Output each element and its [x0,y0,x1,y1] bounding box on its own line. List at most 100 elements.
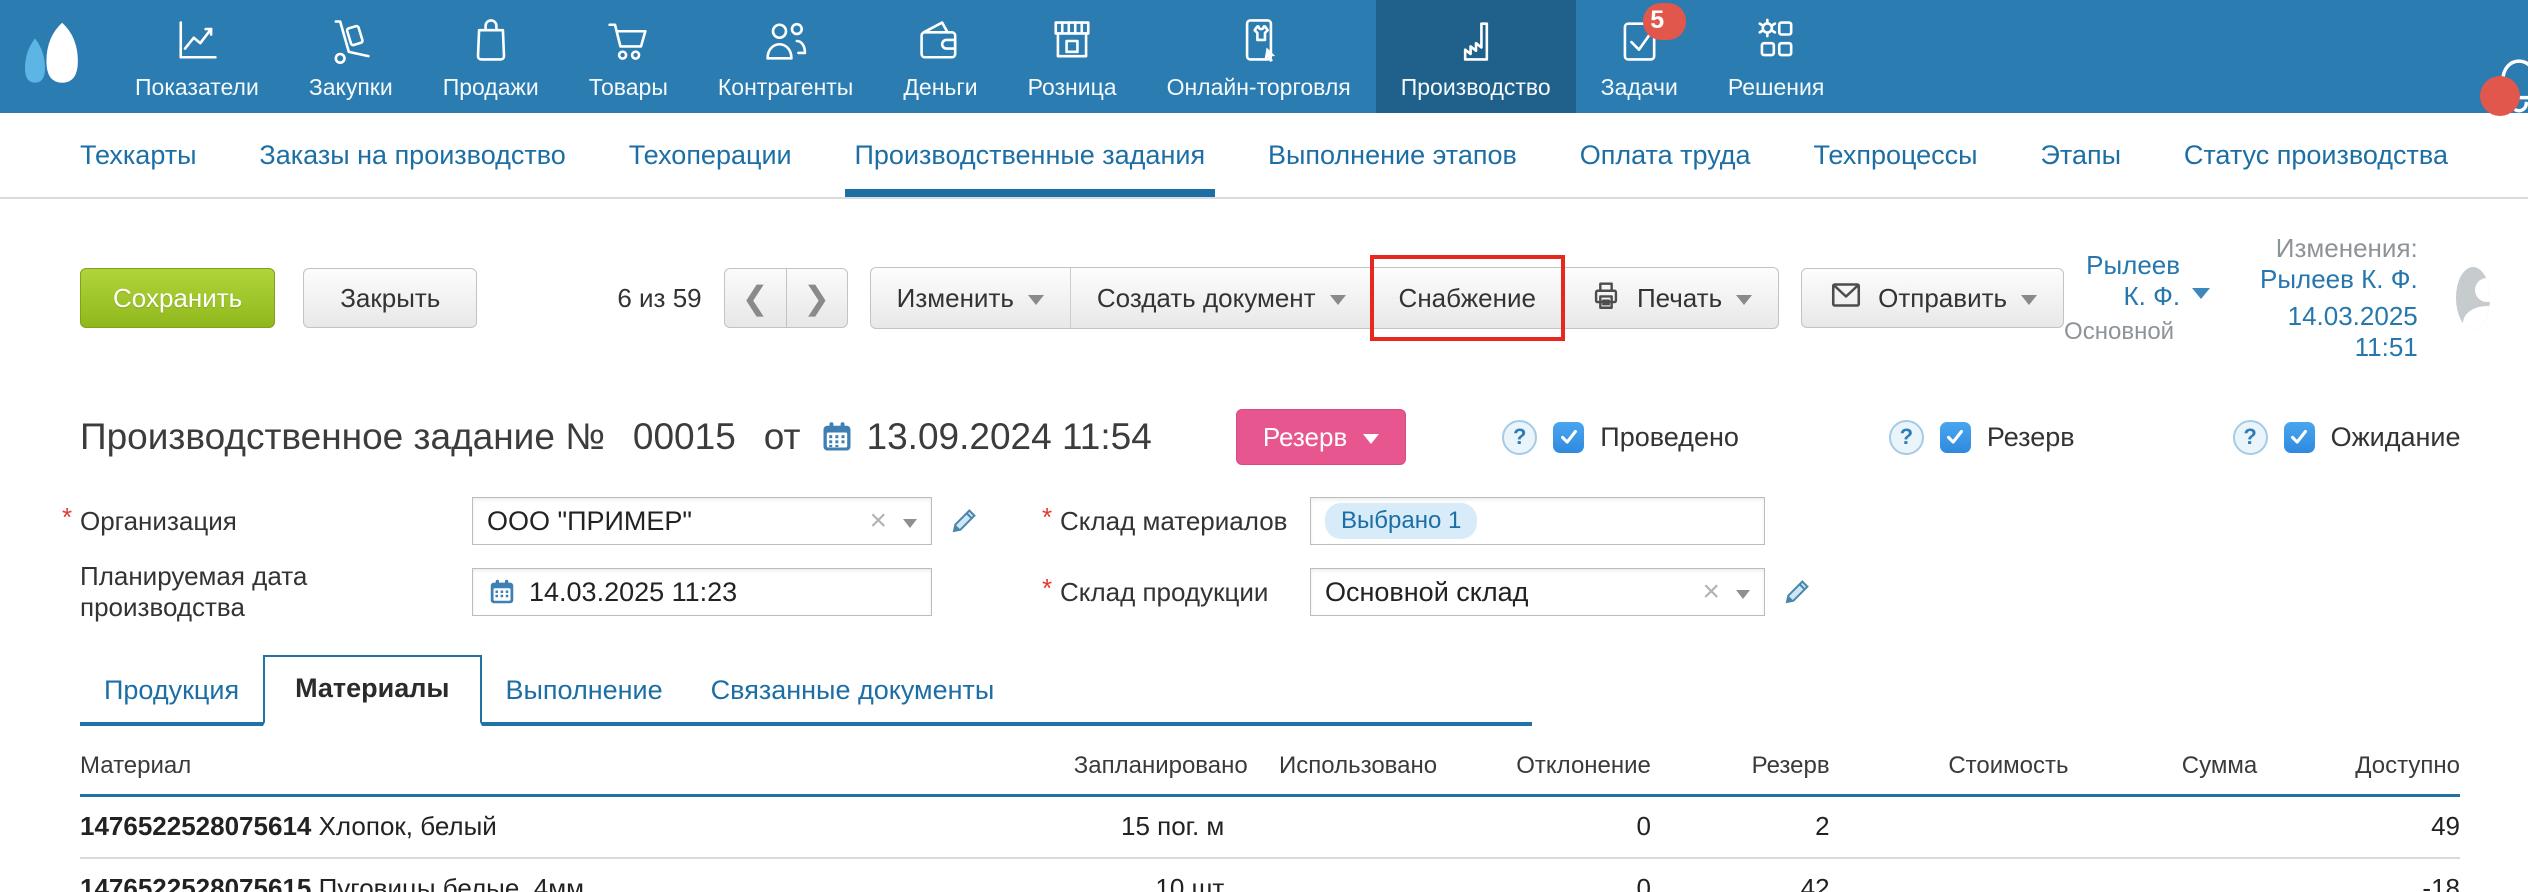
used-cell [1224,857,1438,892]
column-reserve[interactable]: Резерв [1650,740,1830,797]
tab-vypolnenie-etapov[interactable]: Выполнение этапов [1266,113,1519,197]
column-material[interactable]: Материал [80,740,1074,797]
app-logo[interactable] [0,0,110,113]
tab-vypolnenie[interactable]: Выполнение [482,661,687,722]
clear-icon[interactable]: × [869,506,887,536]
column-sum[interactable]: Сумма [2068,740,2258,797]
create-document-menu-button[interactable]: Создать документ [1071,268,1373,328]
edit-menu-button[interactable]: Изменить [871,268,1071,328]
materials-warehouse-select[interactable]: Выбрано 1 [1310,497,1765,545]
supply-button[interactable]: Снабжение [1369,255,1565,341]
nav-label: Решения [1727,73,1825,100]
nav-item-kontragenty[interactable]: Контрагенты [693,0,878,113]
owner-name: Рылеев К. Ф. [2086,250,2181,311]
column-used[interactable]: Использовано [1224,740,1438,797]
field-planned-date: Планируемая дата производства 14.03.2025… [80,561,1060,623]
table-header-row: Материал Запланировано Использовано Откл… [80,740,2460,797]
field-materials-warehouse: * Склад материалов Выбрано 1 [1042,497,2460,545]
tab-oplata-truda[interactable]: Оплата труда [1578,113,1753,197]
column-planned[interactable]: Запланировано [1073,740,1248,797]
tab-tehprocessy[interactable]: Техпроцессы [1811,113,1979,197]
reserve-status-button[interactable]: Резерв [1235,409,1407,465]
owner-selector[interactable]: Рылеев К. Ф. Основной [2064,250,2211,346]
tab-etapy[interactable]: Этапы [2038,113,2123,197]
send-menu-button[interactable]: Отправить [1801,268,2065,328]
clear-icon[interactable]: × [1702,577,1720,607]
tab-proizvodstvennye-zadaniya[interactable]: Производственные задания [844,113,1215,197]
table-row[interactable]: 1476522528075614 Хлопок, белый 15 пог. м… [80,795,2460,859]
checkbox-provedeno[interactable] [1553,421,1585,453]
nav-item-tovary[interactable]: Товары [564,0,693,113]
available-cell: -18 [2257,857,2460,892]
tab-produkciya[interactable]: Продукция [80,661,263,722]
nav-item-zakupki[interactable]: Закупки [284,0,418,113]
sum-cell [2068,795,2258,859]
field-organization: * Организация ООО "ПРИМЕР" × [62,497,1060,545]
nav-item-pokazateli[interactable]: Показатели [110,0,284,113]
calendar-icon[interactable] [819,419,855,455]
cost-cell [1829,795,2069,859]
tab-materialy[interactable]: Материалы [263,655,482,726]
next-record-button[interactable]: ❯ [785,268,848,328]
tasks-badge: 5 [1643,2,1687,40]
selected-count-chip[interactable]: Выбрано 1 [1325,503,1478,539]
nav-item-resheniya[interactable]: Решения [1703,0,1849,113]
edit-pencil-icon[interactable] [948,505,980,537]
document-datetime[interactable]: 13.09.2024 11:54 [867,416,1152,458]
planned-date-input[interactable]: 14.03.2025 11:23 [472,568,932,616]
column-cost[interactable]: Стоимость [1829,740,2069,797]
chart-line-icon [171,13,223,67]
deviation-cell: 0 [1437,795,1651,859]
calendar-icon[interactable] [487,577,517,607]
avatar[interactable] [2455,267,2491,329]
nav-item-dengi[interactable]: Деньги [878,0,1002,113]
nav-item-proizvodstvo[interactable]: Производство [1375,0,1576,113]
actions-button-group: Изменить Создать документ Снабжение Печа… [869,255,1780,341]
nav-item-prodazhi[interactable]: Продажи [418,0,564,113]
column-available[interactable]: Доступно [2257,740,2460,797]
help-icon[interactable]: ? [1888,419,1924,455]
organization-select[interactable]: ООО "ПРИМЕР" × [472,497,932,545]
tab-svyazannye-dokumenty[interactable]: Связанные документы [687,661,1019,722]
print-menu-button[interactable]: Печать [1563,268,1778,328]
tab-status-proizvodstva[interactable]: Статус производства [2182,113,2450,197]
select-chevron-icon[interactable] [1736,589,1750,599]
reserve-status-label: Резерв [1262,421,1348,452]
nav-item-online-torgovlya[interactable]: Онлайн-торговля [1142,0,1376,113]
checkbox-ozhidanie[interactable] [2283,421,2315,453]
nav-item-zadachi[interactable]: 5 Задачи [1576,0,1703,113]
print-label: Печать [1636,282,1723,313]
document-header-row: Производственное задание № 00015 от 13.0… [80,409,2461,465]
help-icon[interactable]: ? [1502,419,1538,455]
tab-zakazy-na-proizvodstvo[interactable]: Заказы на производство [257,113,567,197]
products-warehouse-select[interactable]: Основной склад × [1310,568,1765,616]
flag-label: Ожидание [2330,421,2461,452]
select-chevron-icon[interactable] [903,518,917,528]
products-warehouse-value: Основной склад [1325,576,1529,607]
nav-label: Показатели [135,73,259,100]
tasks-check-icon: 5 [1613,2,1687,67]
nav-item-roznica[interactable]: Розница [1003,0,1142,113]
required-mark: * [1042,501,1053,532]
edit-pencil-icon[interactable] [1781,576,1813,608]
record-position: 6 из 59 [617,282,702,313]
chevron-down-icon [1027,294,1044,305]
close-button[interactable]: Закрыть [303,268,478,328]
tab-tehkarty[interactable]: Техкарты [78,113,199,197]
chevron-down-icon [2192,288,2211,299]
help-icon[interactable]: ? [2232,419,2268,455]
save-button[interactable]: Сохранить [80,268,276,328]
tab-tehoperacii[interactable]: Техоперации [627,113,794,197]
table-row[interactable]: 1476522528075615 Пуговицы белые, 4мм 10 … [80,857,2460,892]
owner-group: Основной [2064,318,2175,345]
notifications-bell-icon[interactable] [2480,48,2528,118]
document-number[interactable]: 00015 [633,416,736,458]
material-cell: 1476522528075614 Хлопок, белый [80,795,1074,859]
materials-table: Материал Запланировано Использовано Откл… [80,740,2460,892]
factory-icon [1450,13,1502,67]
column-deviation[interactable]: Отклонение [1437,740,1651,797]
prev-record-button[interactable]: ❮ [723,268,786,328]
checkbox-rezerv[interactable] [1939,421,1971,453]
changes-info[interactable]: Изменения: Рылеев К. Ф. 14.03.2025 11:51 [2248,233,2418,363]
send-label: Отправить [1878,282,2008,313]
